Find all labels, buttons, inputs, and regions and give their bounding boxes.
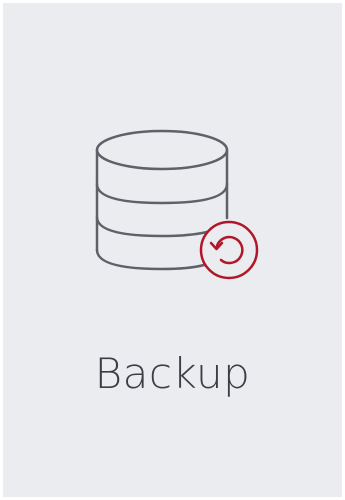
database-icon xyxy=(95,129,259,280)
backup-icon-group xyxy=(3,3,342,303)
restore-icon xyxy=(199,220,259,280)
backup-tile[interactable]: Backup xyxy=(3,3,342,497)
tile-label: Backup xyxy=(94,349,251,398)
